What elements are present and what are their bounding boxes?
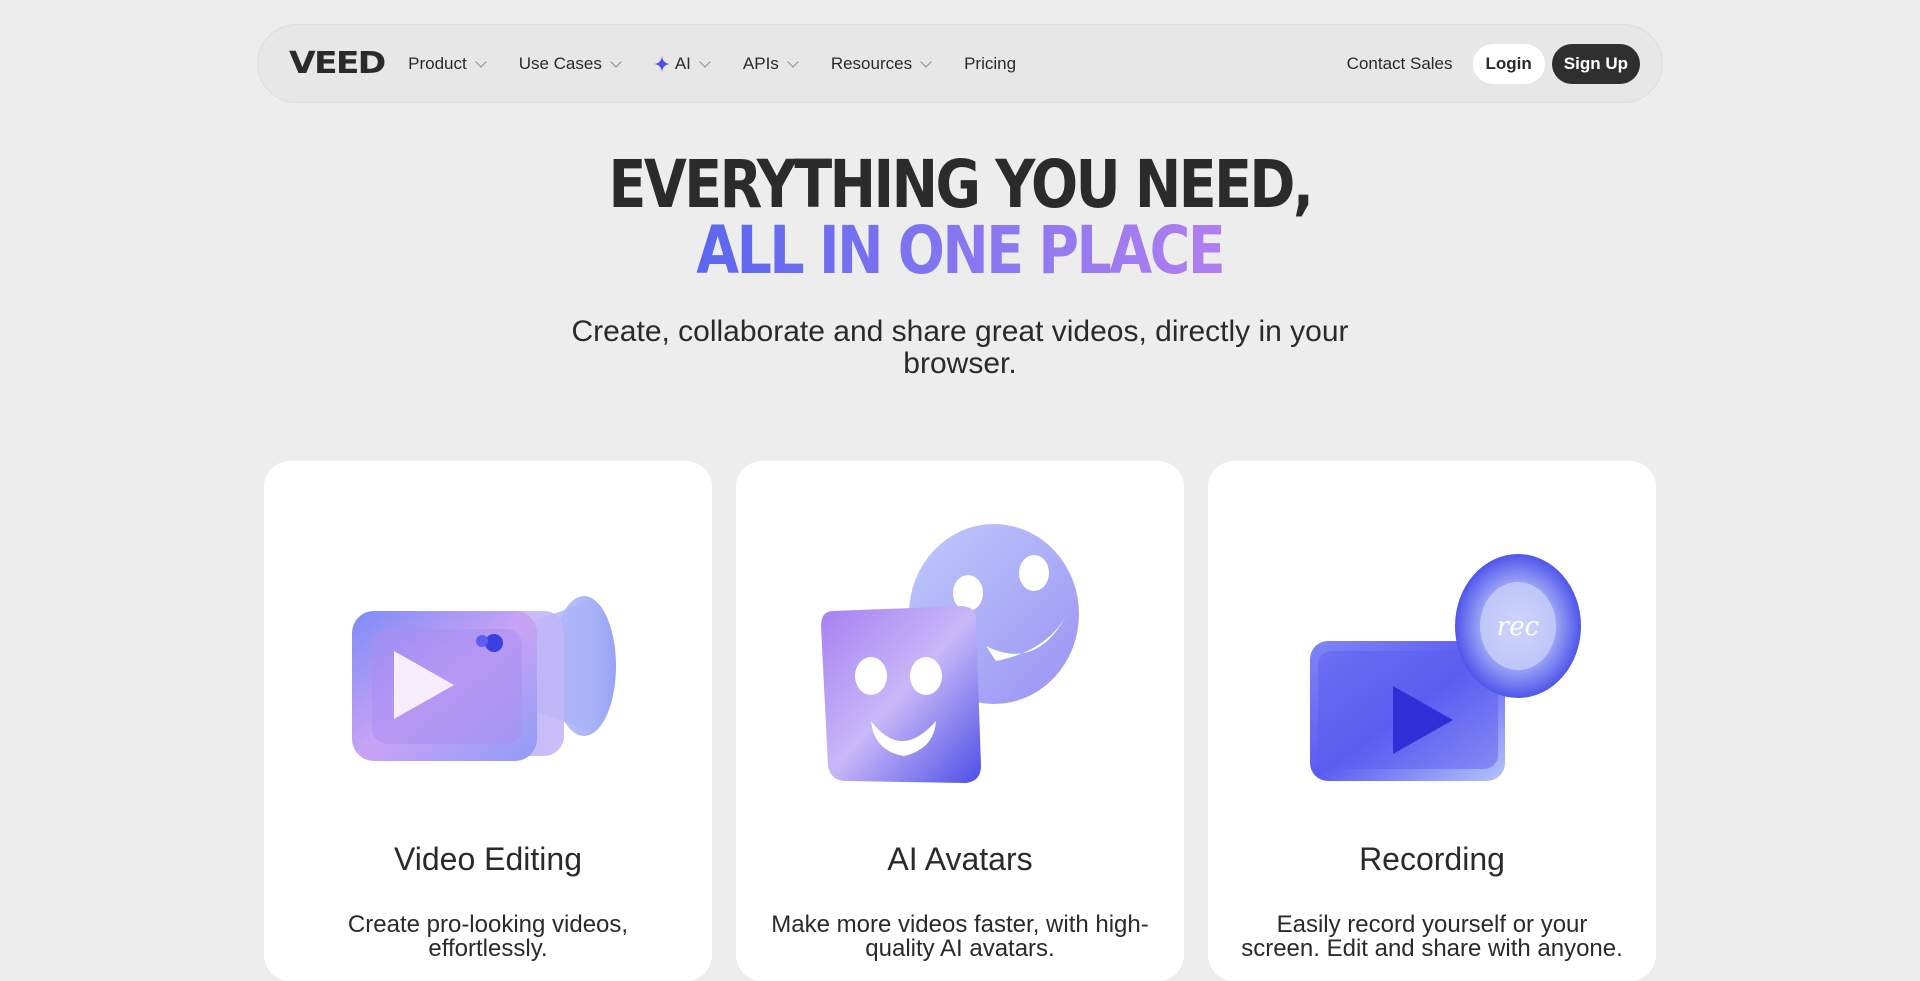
menu-item-label: APIs xyxy=(742,53,779,73)
menu-item-label: Product xyxy=(408,53,467,73)
chevron-down-icon xyxy=(475,55,487,68)
card-title: AI Avatars xyxy=(887,841,1033,877)
card-title: Video Editing xyxy=(394,841,582,877)
card-description: Create pro-looking videos, effortlessly. xyxy=(347,911,629,962)
hero-title-line2: ALL IN ONE PLACE xyxy=(696,212,1227,289)
veed-logo[interactable]: VEED xyxy=(289,46,386,81)
main-menu: Product Use Cases AI APIs Resources Pric… xyxy=(408,54,1050,74)
menu-item-use-cases[interactable]: Use Cases xyxy=(518,53,622,74)
hero-title: EVERYTHING YOU NEED, ALL IN ONE PLACE xyxy=(0,152,1920,284)
avatar-faces-icon xyxy=(821,524,1079,783)
chevron-down-icon xyxy=(699,55,711,68)
menu-item-ai[interactable]: AI xyxy=(653,53,711,74)
chevron-down-icon xyxy=(610,55,622,68)
card-video-editing[interactable]: Video Editing Create pro-looking videos,… xyxy=(264,461,712,981)
menu-item-pricing[interactable]: Pricing xyxy=(964,54,1016,74)
menu-item-resources[interactable]: Resources xyxy=(830,53,932,74)
video-camera-icon xyxy=(352,596,616,761)
card-ai-avatars[interactable]: AI Avatars Make more videos faster, with… xyxy=(736,461,1184,981)
card-title: Recording xyxy=(1359,841,1505,877)
card-description: Make more videos faster, with high-quali… xyxy=(771,911,1149,962)
login-button[interactable]: Login xyxy=(1472,43,1545,84)
card-recording[interactable]: rec Recording Easily record yourself or … xyxy=(1208,461,1656,981)
menu-item-apis[interactable]: APIs xyxy=(742,53,799,74)
record-icon: rec xyxy=(1310,554,1581,781)
contact-sales-link[interactable]: Contact Sales xyxy=(1347,54,1453,74)
chevron-down-icon xyxy=(787,55,799,68)
sparkle-icon xyxy=(653,55,670,72)
nav-actions: Contact Sales Login Sign Up xyxy=(1347,43,1640,84)
signup-button[interactable]: Sign Up xyxy=(1551,43,1640,84)
menu-item-label: Pricing xyxy=(964,53,1017,73)
top-nav: VEED Product Use Cases AI APIs Resources… xyxy=(257,24,1663,103)
chevron-down-icon xyxy=(920,55,932,68)
menu-item-label: Resources xyxy=(830,53,913,73)
hero-title-line1: EVERYTHING YOU NEED, xyxy=(608,146,1314,223)
menu-item-label: AI xyxy=(674,53,691,73)
svg-text:rec: rec xyxy=(1497,612,1540,642)
hero-subtitle: Create, collaborate and share great vide… xyxy=(571,315,1349,380)
card-description: Easily record yourself or your screen. E… xyxy=(1241,911,1623,962)
menu-item-label: Use Cases xyxy=(518,53,602,73)
menu-item-product[interactable]: Product xyxy=(408,53,487,74)
